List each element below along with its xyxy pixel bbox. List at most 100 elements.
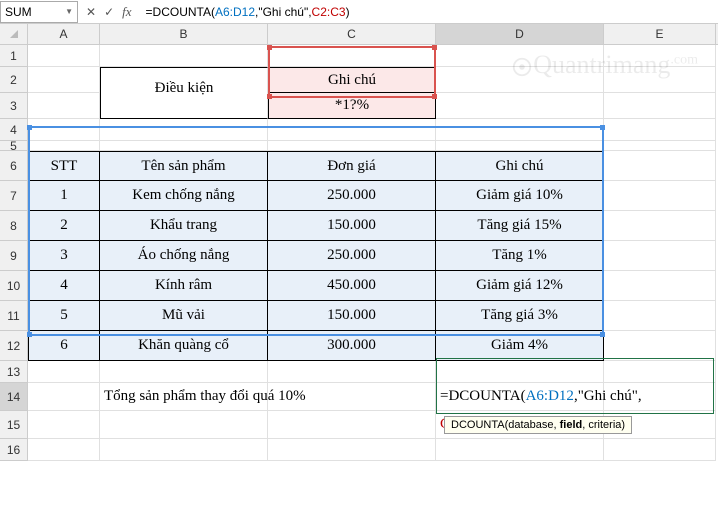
row-header-3[interactable]: 3	[0, 93, 28, 119]
cell[interactable]	[604, 45, 716, 67]
condition-label-cell[interactable]: Điều kiện	[100, 93, 268, 119]
table-cell[interactable]: 250.000	[268, 241, 436, 271]
table-cell[interactable]: 250.000	[268, 181, 436, 211]
cancel-icon[interactable]: ✕	[86, 5, 96, 19]
cell[interactable]	[604, 119, 716, 141]
table-cell[interactable]: Áo chống nắng	[100, 241, 268, 271]
table-header-ghi[interactable]: Ghi chú	[436, 151, 604, 181]
cell[interactable]	[604, 211, 716, 241]
cell[interactable]	[604, 331, 716, 361]
cell[interactable]	[604, 271, 716, 301]
cell[interactable]	[436, 439, 604, 461]
cell[interactable]	[436, 119, 604, 141]
spreadsheet-grid[interactable]: A B C D E 1 2 Ghi chú 3 Điều kiện *1?% 4…	[0, 24, 718, 461]
table-cell[interactable]: 150.000	[268, 301, 436, 331]
tooltip-arg2[interactable]: field	[560, 419, 583, 431]
tooltip-arg1[interactable]: database	[508, 419, 553, 431]
table-cell[interactable]: Giảm giá 10%	[436, 181, 604, 211]
col-header-A[interactable]: A	[28, 24, 100, 44]
table-cell[interactable]: 1	[28, 181, 100, 211]
cell[interactable]	[436, 361, 604, 383]
table-cell[interactable]: 150.000	[268, 211, 436, 241]
cell[interactable]	[100, 141, 268, 151]
cell[interactable]	[28, 93, 100, 119]
select-all-corner[interactable]	[0, 24, 28, 44]
row-header-11[interactable]: 11	[0, 301, 28, 331]
row-header-16[interactable]: 16	[0, 439, 28, 461]
cell[interactable]	[28, 439, 100, 461]
summary-label-cell[interactable]: Tổng sản phẩm thay đổi quá 10%	[100, 383, 268, 411]
row-header-6[interactable]: 6	[0, 151, 28, 181]
cell[interactable]	[604, 181, 716, 211]
name-box[interactable]: SUM ▼	[0, 1, 78, 23]
cell[interactable]	[268, 411, 436, 439]
cell[interactable]	[100, 361, 268, 383]
table-cell[interactable]: 5	[28, 301, 100, 331]
col-header-B[interactable]: B	[100, 24, 268, 44]
tooltip-arg3[interactable]: criteria	[588, 419, 621, 431]
col-header-C[interactable]: C	[268, 24, 436, 44]
cell[interactable]	[268, 119, 436, 141]
row-header-10[interactable]: 10	[0, 271, 28, 301]
chevron-down-icon[interactable]: ▼	[65, 7, 73, 16]
table-cell[interactable]: Kem chống nắng	[100, 181, 268, 211]
table-cell[interactable]: Kính râm	[100, 271, 268, 301]
cell[interactable]	[268, 439, 436, 461]
table-cell[interactable]: 300.000	[268, 331, 436, 361]
row-header-15[interactable]: 15	[0, 411, 28, 439]
row-header-7[interactable]: 7	[0, 181, 28, 211]
table-cell[interactable]: Giảm giá 12%	[436, 271, 604, 301]
confirm-icon[interactable]: ✓	[104, 5, 114, 19]
table-cell[interactable]: Khẩu trang	[100, 211, 268, 241]
table-cell[interactable]: 6	[28, 331, 100, 361]
row-header-5[interactable]: 5	[0, 141, 28, 151]
table-cell[interactable]: 2	[28, 211, 100, 241]
table-cell[interactable]: 4	[28, 271, 100, 301]
row-header-14[interactable]: 14	[0, 383, 28, 411]
cell[interactable]	[100, 45, 268, 67]
fx-icon[interactable]: fx	[122, 4, 131, 20]
cell[interactable]	[604, 361, 716, 383]
table-cell[interactable]: Mũ vải	[100, 301, 268, 331]
cell[interactable]	[100, 411, 268, 439]
criteria-value-cell[interactable]: *1?%	[268, 93, 436, 119]
cell[interactable]	[604, 439, 716, 461]
cell[interactable]	[268, 361, 436, 383]
cell[interactable]	[436, 141, 604, 151]
table-header-ten[interactable]: Tên sản phẩm	[100, 151, 268, 181]
col-header-D[interactable]: D	[436, 24, 604, 44]
table-header-gia[interactable]: Đơn giá	[268, 151, 436, 181]
cell[interactable]	[604, 241, 716, 271]
col-header-E[interactable]: E	[604, 24, 716, 44]
table-cell[interactable]: Tăng giá 15%	[436, 211, 604, 241]
cell[interactable]	[28, 67, 100, 93]
row-header-13[interactable]: 13	[0, 361, 28, 383]
criteria-header-cell[interactable]: Ghi chú	[268, 67, 436, 93]
cell[interactable]	[436, 67, 604, 93]
row-header-9[interactable]: 9	[0, 241, 28, 271]
cell[interactable]	[28, 45, 100, 67]
cell[interactable]	[28, 141, 100, 151]
cell[interactable]	[604, 93, 716, 119]
table-cell[interactable]: Tăng giá 3%	[436, 301, 604, 331]
row-header-2[interactable]: 2	[0, 67, 28, 93]
cell[interactable]	[100, 439, 268, 461]
cell[interactable]	[436, 93, 604, 119]
table-cell[interactable]: 450.000	[268, 271, 436, 301]
table-cell[interactable]: Giảm 4%	[436, 331, 604, 361]
formula-input[interactable]: =DCOUNTA(A6:D12,"Ghi chú",C2:C3)	[140, 5, 718, 19]
cell[interactable]	[436, 45, 604, 67]
cell[interactable]	[604, 151, 716, 181]
cell[interactable]	[28, 119, 100, 141]
cell[interactable]	[604, 301, 716, 331]
active-cell-D14[interactable]: =DCOUNTA(A6:D12,"Ghi chú",	[436, 383, 604, 411]
table-cell[interactable]: 3	[28, 241, 100, 271]
cell[interactable]	[28, 361, 100, 383]
cell[interactable]	[604, 67, 716, 93]
cell[interactable]	[28, 383, 100, 411]
table-cell[interactable]: Khăn quàng cổ	[100, 331, 268, 361]
row-header-1[interactable]: 1	[0, 45, 28, 67]
row-header-12[interactable]: 12	[0, 331, 28, 361]
cell[interactable]	[100, 119, 268, 141]
table-header-stt[interactable]: STT	[28, 151, 100, 181]
